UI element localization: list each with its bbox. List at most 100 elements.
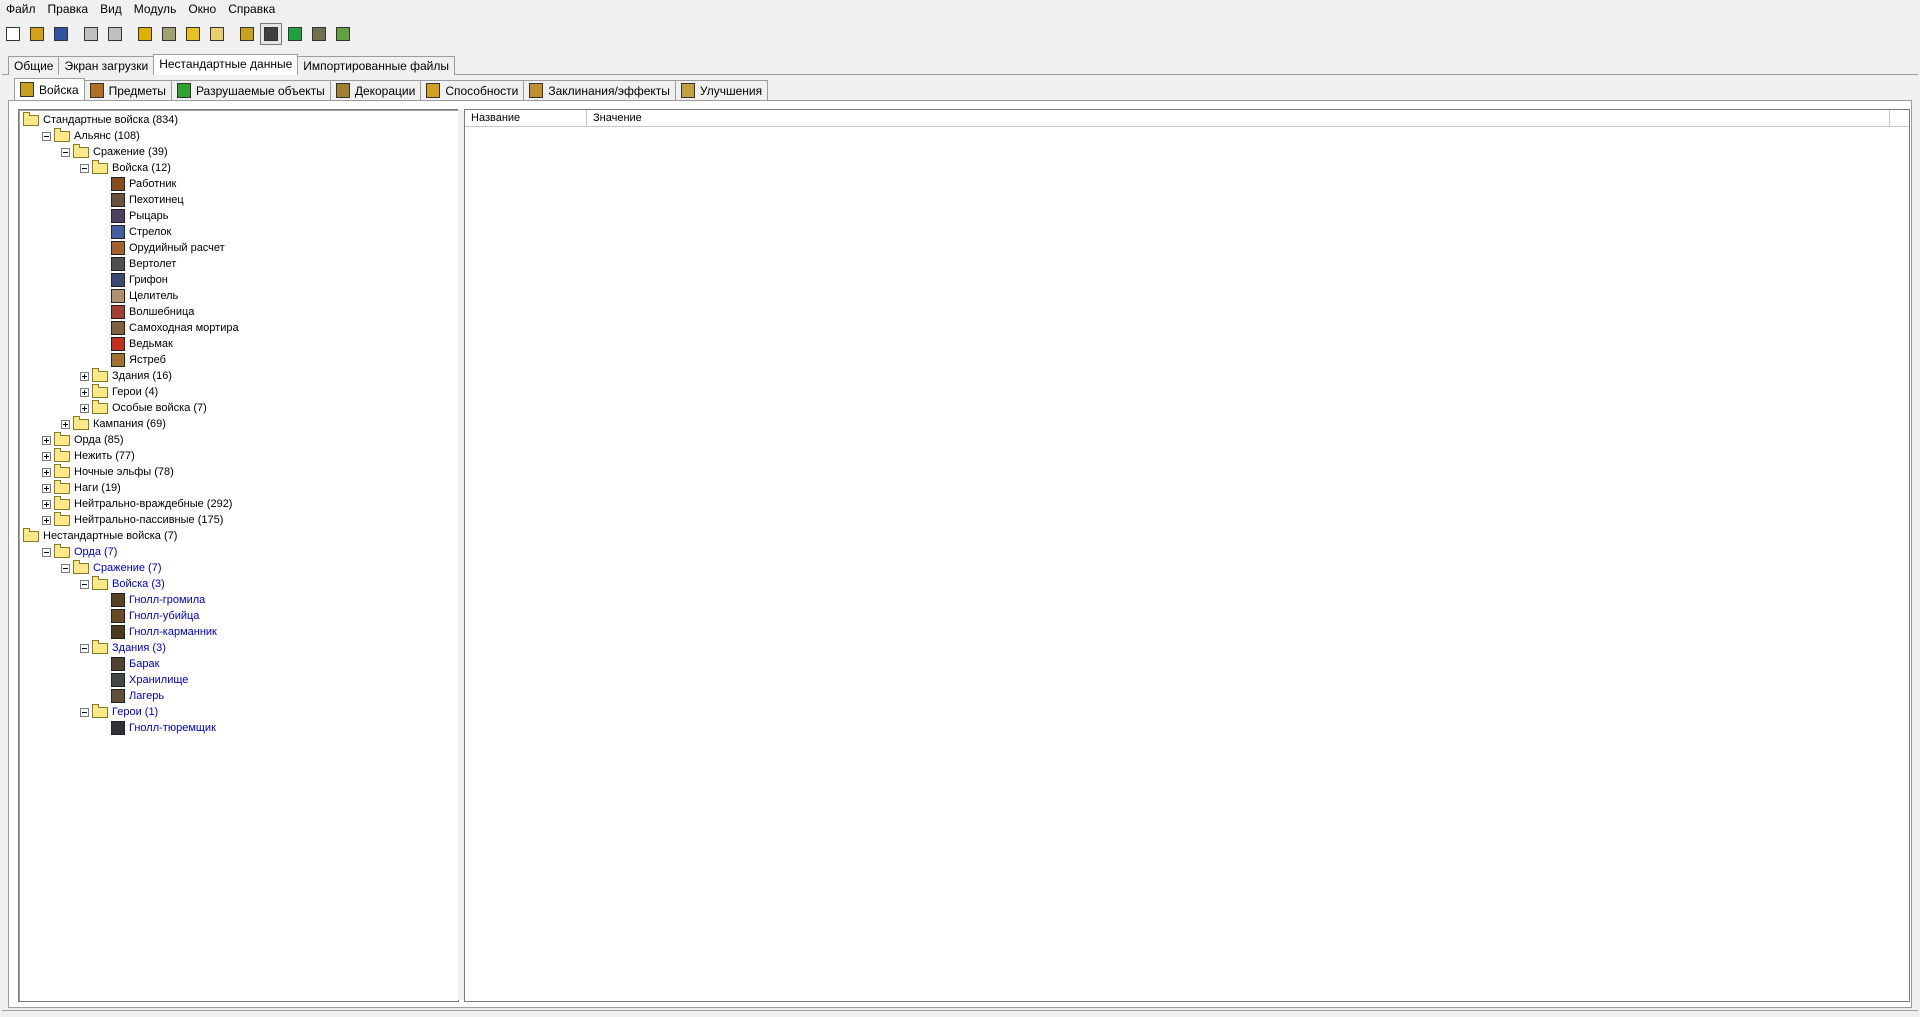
paste-button[interactable] [104, 23, 126, 45]
tab-object-0[interactable]: Войска [14, 78, 85, 100]
menu-item-4[interactable]: Окно [182, 0, 222, 18]
folder-icon [92, 399, 108, 414]
buffs-icon [529, 83, 544, 98]
folder-icon [92, 383, 108, 398]
tree-folder[interactable]: Здания (3) [80, 639, 166, 656]
collapse-icon[interactable] [61, 563, 70, 573]
menu-item-3[interactable]: Модуль [128, 0, 183, 18]
unit-button[interactable] [236, 23, 258, 45]
save-button[interactable] [50, 23, 72, 45]
expand-icon[interactable] [80, 403, 89, 413]
expand-icon[interactable] [80, 387, 89, 397]
collapse-icon[interactable] [80, 163, 89, 173]
tree-folder[interactable]: Особые войска (7) [80, 399, 207, 416]
expand-icon[interactable] [42, 483, 51, 493]
menu-item-1[interactable]: Правка [42, 0, 95, 18]
tree-folder[interactable]: Нестандартные войска (7) [23, 527, 177, 544]
tree-item[interactable]: Барак [99, 656, 159, 672]
tree-folder[interactable]: Здания (16) [80, 367, 172, 384]
expand-icon[interactable] [80, 371, 89, 381]
new-file-button[interactable] [2, 23, 24, 45]
unit-editor-button[interactable] [134, 23, 156, 45]
tree-item[interactable]: Гнолл-карманник [99, 624, 217, 640]
tree-item[interactable]: Стрелок [99, 224, 171, 240]
tab-object-5[interactable]: Заклинания/эффекты [523, 80, 676, 100]
column-header-value[interactable]: Значение [587, 110, 1890, 126]
tree-folder[interactable]: Альянс (108) [42, 127, 140, 144]
tree-folder[interactable]: Орда (85) [42, 431, 124, 448]
tab-top-3[interactable]: Импортированные файлы [297, 56, 455, 75]
tree-item[interactable]: Гнолл-громила [99, 592, 205, 608]
tree-item[interactable]: Самоходная мортира [99, 320, 239, 336]
tab-object-1[interactable]: Предметы [83, 80, 172, 100]
column-header-name[interactable]: Название [465, 110, 587, 126]
object-tree[interactable]: Стандартные войска (834) Альянс (108) Сраж… [18, 109, 459, 1002]
tree-folder[interactable]: Стандартные войска (834) [23, 111, 178, 128]
tree-node-label: Гнолл-убийца [129, 610, 200, 622]
tab-top-2[interactable]: Нестандартные данные [153, 54, 299, 75]
property-grid[interactable]: Название Значение [464, 109, 1910, 1002]
expand-icon[interactable] [61, 419, 70, 429]
collapse-icon[interactable] [42, 131, 51, 141]
tree-folder[interactable]: Нежить (77) [42, 447, 135, 464]
tree-item[interactable]: Целитель [99, 288, 178, 304]
expand-icon[interactable] [42, 451, 51, 461]
tree-item[interactable]: Лагерь [99, 688, 164, 704]
expand-icon[interactable] [42, 499, 51, 509]
copy-button[interactable] [80, 23, 102, 45]
object-editor-button[interactable] [260, 23, 282, 45]
tree-item[interactable]: Хранилище [99, 672, 188, 688]
menu-item-5[interactable]: Справка [222, 0, 281, 18]
unit-portrait-icon [111, 657, 125, 671]
collapse-icon[interactable] [61, 147, 70, 157]
collapse-icon[interactable] [80, 643, 89, 653]
sound-icon [210, 27, 224, 41]
tree-folder[interactable]: Войска (3) [80, 575, 165, 592]
tab-top-0[interactable]: Общие [8, 56, 60, 75]
tree-item[interactable]: Ястреб [99, 352, 166, 368]
tab-object-6[interactable]: Улучшения [674, 80, 769, 100]
tree-folder[interactable]: Кампания (69) [61, 415, 166, 432]
tree-item[interactable]: Рыцарь [99, 208, 169, 224]
sound-button[interactable] [206, 23, 228, 45]
tab-top-1[interactable]: Экран загрузки [58, 56, 155, 75]
expand-icon[interactable] [42, 435, 51, 445]
tab-object-4[interactable]: Способности [420, 80, 525, 100]
tree-item[interactable]: Ведьмак [99, 336, 173, 352]
tree-folder[interactable]: Войска (12) [80, 159, 171, 176]
tree-item[interactable]: Грифон [99, 272, 168, 288]
tree-item[interactable]: Гнолл-тюремщик [99, 720, 216, 736]
menu-item-2[interactable]: Вид [94, 0, 128, 18]
import-button[interactable] [332, 23, 354, 45]
tree-item[interactable]: Орудийный расчет [99, 240, 225, 256]
tree-item[interactable]: Вертолет [99, 256, 176, 272]
tab-object-2[interactable]: Разрушаемые объекты [170, 80, 331, 100]
tree-folder[interactable]: Сражение (39) [61, 143, 168, 160]
tree-folder[interactable]: Сражение (7) [61, 559, 162, 576]
tree-folder[interactable]: Нейтрально-враждебные (292) [42, 495, 232, 512]
tree-node-label: Ведьмак [129, 338, 173, 350]
collapse-icon[interactable] [42, 547, 51, 557]
expand-icon[interactable] [42, 515, 51, 525]
menu-item-0[interactable]: Файл [0, 0, 42, 18]
unit-portrait-icon [111, 289, 125, 303]
tree-item[interactable]: Работник [99, 176, 176, 192]
tree-folder[interactable]: Ночные эльфы (78) [42, 463, 174, 480]
campaign-button[interactable] [308, 23, 330, 45]
tree-folder[interactable]: Наги (19) [42, 479, 121, 496]
tree-item[interactable]: Гнолл-убийца [99, 608, 199, 624]
tree-item[interactable]: Волшебница [99, 304, 194, 320]
tab-object-3[interactable]: Декорации [329, 80, 422, 100]
open-folder-button[interactable] [26, 23, 48, 45]
tree-folder[interactable]: Орда (7) [42, 543, 117, 560]
terrain-button[interactable] [158, 23, 180, 45]
gold-button[interactable] [182, 23, 204, 45]
tree-folder[interactable]: Герои (1) [80, 703, 158, 720]
tree-folder[interactable]: Герои (4) [80, 383, 158, 400]
expand-icon[interactable] [42, 467, 51, 477]
ai-editor-button[interactable] [284, 23, 306, 45]
tree-folder[interactable]: Нейтрально-пассивные (175) [42, 511, 223, 528]
collapse-icon[interactable] [80, 579, 89, 589]
collapse-icon[interactable] [80, 707, 89, 717]
tree-item[interactable]: Пехотинец [99, 192, 184, 208]
